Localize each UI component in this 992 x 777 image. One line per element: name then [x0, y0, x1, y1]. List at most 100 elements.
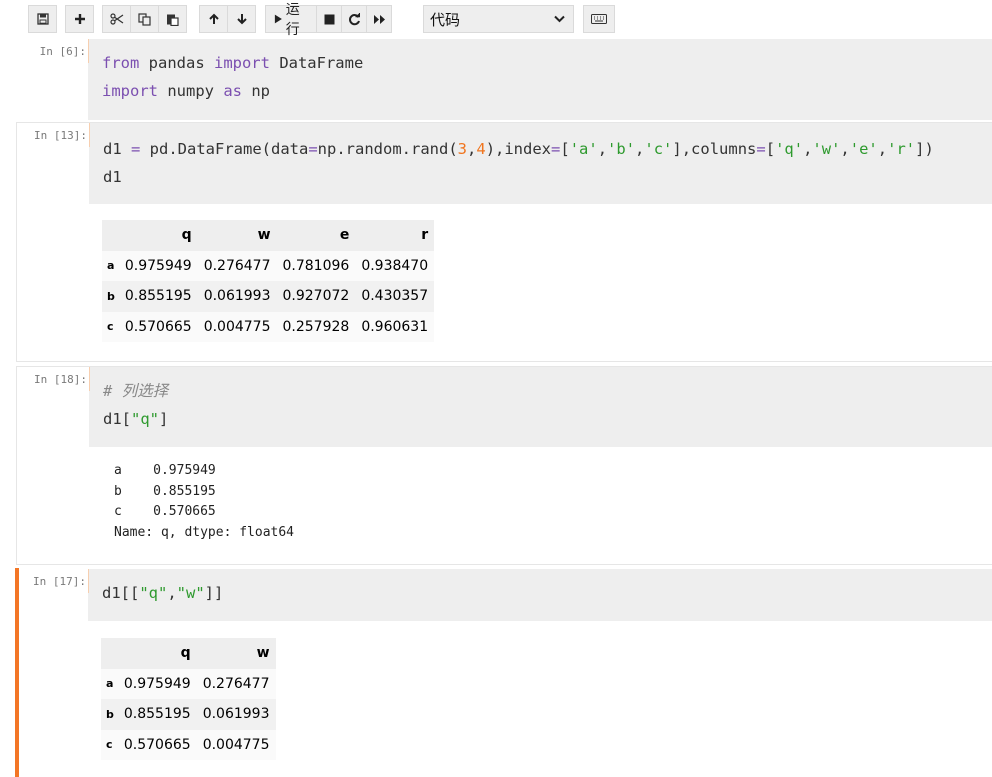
code-token: ,	[635, 140, 645, 158]
restart-icon	[348, 12, 360, 25]
paste-button[interactable]	[158, 5, 187, 33]
code-token: ]	[159, 410, 169, 428]
input-prompt: In [6]:	[39, 45, 86, 58]
code-token: 'a'	[569, 140, 598, 158]
code-token: import	[102, 82, 158, 100]
code-input-area[interactable]: # 列选择 d1["q"]	[89, 367, 992, 447]
code-token: ,	[167, 584, 177, 602]
dataframe-output: qwer a 0.975949 0.276477 0.781096 0.938470 b 0…	[102, 220, 435, 342]
insert-cell-button[interactable]	[65, 5, 94, 33]
move-up-button[interactable]	[199, 5, 228, 33]
row-index: b	[106, 707, 114, 721]
code-token: "q"	[131, 410, 159, 428]
code-token: ),index	[485, 140, 552, 158]
code-token: ,	[840, 140, 850, 158]
code-token: =	[756, 140, 766, 158]
cell-type-select[interactable]: 代码	[423, 5, 574, 33]
code-token: DataFrame	[269, 54, 364, 72]
code-token: 'r'	[887, 140, 916, 158]
command-palette-button[interactable]	[583, 5, 615, 33]
cell-type-value: 代码	[430, 10, 461, 29]
plus-icon	[74, 14, 85, 24]
table-cell: 0.855195	[124, 288, 192, 305]
row-index: c	[106, 738, 113, 752]
table-cell: 0.960631	[361, 318, 429, 335]
code-input-area[interactable]: d1[["q","w"]]	[88, 569, 992, 621]
table-cell: 0.257928	[282, 318, 350, 335]
code-token: ,	[467, 140, 477, 158]
table-row: b 0.855195 0.061993 0.927072 0.430357	[102, 281, 435, 312]
code-token: d1	[103, 168, 122, 186]
interrupt-button[interactable]	[316, 5, 343, 33]
code-token: =	[308, 140, 318, 158]
code-token: # 列选择	[103, 382, 169, 400]
code-token: "w"	[176, 584, 205, 602]
code-token: "q"	[139, 584, 168, 602]
code-input-area[interactable]: d1 = pd.DataFrame(data=np.random.rand(3,…	[89, 123, 992, 204]
code-cell[interactable]: In [13]: d1 = pd.DataFrame(data=np.rando…	[16, 122, 992, 362]
output-line: c 0.570665	[114, 504, 216, 519]
cut-button[interactable]	[102, 5, 131, 33]
table-row: a 0.975949 0.276477	[101, 668, 276, 699]
code-editor[interactable]: from pandas import DataFrame import numpy…	[102, 49, 363, 105]
code-token: 'b'	[607, 140, 636, 158]
copy-icon	[138, 12, 151, 26]
code-token: pandas	[139, 54, 214, 72]
table-cell: 0.061993	[202, 706, 270, 723]
code-token: ]]	[204, 584, 224, 602]
table-cell: 0.781096	[282, 257, 350, 274]
column-header: w	[197, 220, 277, 251]
code-token: import	[213, 54, 270, 72]
save-button[interactable]	[28, 5, 57, 33]
copy-button[interactable]	[130, 5, 159, 33]
table-row: a 0.975949 0.276477 0.781096 0.938470	[102, 250, 435, 281]
move-down-button[interactable]	[227, 5, 256, 33]
restart-run-all-button[interactable]	[366, 5, 393, 33]
output-line: b 0.855195	[114, 483, 216, 499]
code-token: ])	[915, 140, 934, 158]
code-editor[interactable]: d1[["q","w"]]	[102, 579, 223, 607]
code-token: d1[	[103, 410, 131, 428]
table-cell: 0.975949	[124, 257, 192, 274]
row-index: c	[107, 320, 114, 334]
code-line: d1 = pd.DataFrame(data=np.random.rand(3,…	[103, 135, 934, 163]
code-token: [	[560, 140, 570, 158]
input-prompt: In [17]:	[33, 575, 86, 588]
run-button[interactable]: 运行	[265, 2, 318, 38]
code-line: from pandas import DataFrame	[102, 49, 363, 77]
code-token: np	[242, 82, 270, 100]
code-token: d1[[	[102, 584, 140, 602]
table-row: c 0.570665 0.004775 0.257928 0.960631	[102, 311, 435, 342]
input-prompt: In [13]:	[34, 129, 87, 142]
table-corner	[101, 638, 118, 669]
table-cell: 0.061993	[203, 288, 271, 305]
code-cell[interactable]: In [6]: from pandas import DataFrame impo…	[16, 39, 992, 120]
code-input-area[interactable]: from pandas import DataFrame import numpy…	[88, 39, 992, 120]
code-token: ,	[877, 140, 888, 158]
paste-icon	[167, 14, 179, 26]
arrow-up-icon	[208, 13, 219, 24]
table-cell: 0.975949	[123, 675, 191, 692]
code-editor[interactable]: d1 = pd.DataFrame(data=np.random.rand(3,…	[103, 135, 934, 191]
code-token: =	[551, 140, 561, 158]
stop-icon	[324, 14, 335, 24]
code-token: 'e'	[849, 140, 878, 158]
table-corner	[102, 220, 119, 251]
table-cell: 0.938470	[361, 257, 429, 274]
code-token: [	[765, 140, 776, 158]
table-cell: 0.276477	[203, 257, 271, 274]
table-cell: 0.855195	[123, 706, 191, 723]
chevron-down-icon	[554, 15, 565, 23]
table-row: b 0.855195 0.061993	[101, 699, 276, 730]
code-editor[interactable]: # 列选择 d1["q"]	[103, 377, 168, 433]
keyboard-icon	[591, 14, 607, 24]
restart-button[interactable]	[341, 5, 368, 33]
fast-forward-icon	[373, 14, 385, 24]
code-line: d1	[103, 163, 934, 191]
code-token: from	[102, 54, 140, 72]
code-line: # 列选择	[103, 377, 168, 405]
code-cell-selected[interactable]: In [17]: d1[["q","w"]] qw a 0.975949 0.276…	[15, 568, 992, 777]
code-cell[interactable]: In [18]: # 列选择 d1["q"] a 0.975949 b 0.8551…	[16, 366, 992, 565]
column-header: r	[355, 220, 435, 251]
code-token: 'w'	[812, 140, 841, 158]
